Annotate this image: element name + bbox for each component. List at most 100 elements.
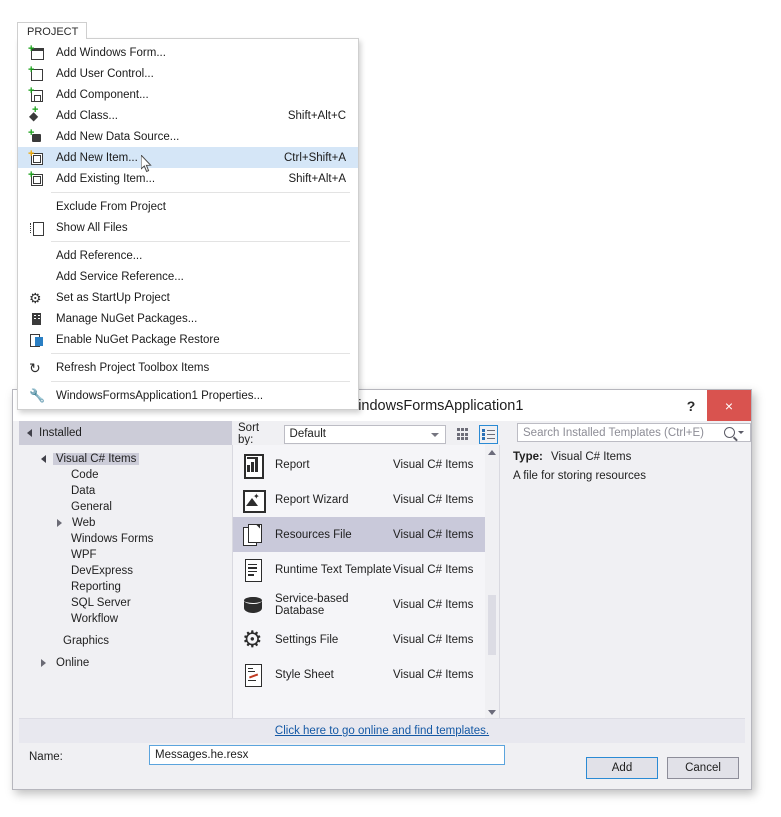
template-list-item[interactable]: Service-based Database Visual C# Items xyxy=(233,587,485,622)
tree-item[interactable]: Online xyxy=(19,655,232,671)
menu-item-label: Add Service Reference... xyxy=(56,270,184,283)
installed-header[interactable]: Installed xyxy=(19,421,232,445)
menu-item[interactable]: 🔧 WindowsFormsApplication1 Properties... xyxy=(18,385,358,406)
dialog-body: Installed Sort by: Default Search Instal… xyxy=(19,421,751,783)
wrench-icon: 🔧 xyxy=(29,387,46,403)
template-name: Service-based Database xyxy=(275,592,349,617)
menu-item-label: Refresh Project Toolbox Items xyxy=(56,361,210,374)
template-list-item[interactable]: Runtime Text Template Visual C# Items xyxy=(233,552,485,587)
tree-item-label: Visual C# Items xyxy=(53,453,140,465)
search-input[interactable]: Search Installed Templates (Ctrl+E) xyxy=(517,423,751,442)
template-list-item[interactable]: ✦ Report Wizard Visual C# Items xyxy=(233,482,485,517)
scroll-down-button[interactable] xyxy=(485,705,499,719)
menu-item[interactable]: ⚙ Set as StartUp Project xyxy=(18,287,358,308)
sort-by-label: Sort by: xyxy=(238,422,260,446)
tree-item[interactable]: Graphics xyxy=(19,633,232,649)
chevron-down-icon[interactable] xyxy=(41,455,46,463)
menu-item[interactable]: ↻ Refresh Project Toolbox Items xyxy=(18,357,358,378)
template-list-item[interactable]: Resources File Visual C# Items xyxy=(233,517,485,552)
menu-item[interactable]: Add User Control... xyxy=(18,63,358,84)
add-user-control-icon xyxy=(28,66,48,82)
tree-item[interactable]: Workflow xyxy=(19,611,232,627)
tree-item[interactable]: WPF xyxy=(19,547,232,563)
menu-item-label: Add New Data Source... xyxy=(56,130,180,143)
menu-item[interactable]: Manage NuGet Packages... xyxy=(18,308,358,329)
large-icons-view-button[interactable] xyxy=(453,425,472,444)
title-bar-buttons: ? × xyxy=(675,390,751,421)
add-button[interactable]: Add xyxy=(586,757,658,779)
tree-item[interactable]: Reporting xyxy=(19,579,232,595)
online-templates-link[interactable]: Click here to go online and find templat… xyxy=(275,725,489,737)
cancel-button[interactable]: Cancel xyxy=(667,757,739,779)
template-description: A file for storing resources xyxy=(513,470,646,482)
tree-item[interactable]: Visual C# Items xyxy=(19,451,232,467)
tree-item-label: Web xyxy=(72,517,96,529)
template-list-item[interactable]: Report Visual C# Items xyxy=(233,447,485,482)
menu-item-icon-empty xyxy=(28,199,48,215)
menu-item[interactable]: Enable NuGet Package Restore xyxy=(18,329,358,350)
chevron-down-icon xyxy=(738,431,744,434)
tree-item[interactable]: General xyxy=(19,499,232,515)
menu-item-label: Add Component... xyxy=(56,88,149,101)
add-new-item-dialog: Add New Item - WindowsFormsApplication1 … xyxy=(12,389,752,790)
menu-item[interactable]: Add Windows Form... xyxy=(18,42,358,63)
template-list-pane: Report Visual C# Items ✦ Report Wizard Visua… xyxy=(233,445,500,719)
sort-by-value: Default xyxy=(289,428,326,440)
resources-file-icon xyxy=(241,523,265,547)
template-list-item[interactable]: ⚙ Settings File Visual C# Items xyxy=(233,622,485,657)
menu-item[interactable]: Add Service Reference... xyxy=(18,266,358,287)
scroll-up-button[interactable] xyxy=(485,445,499,459)
chevron-right-icon[interactable] xyxy=(41,659,46,667)
chevron-right-icon[interactable] xyxy=(57,519,62,527)
menu-item[interactable]: Add Existing Item... Shift+Alt+A xyxy=(18,168,358,189)
template-name: Runtime Text Template xyxy=(275,563,392,576)
name-input[interactable]: Messages.he.resx xyxy=(149,745,505,765)
list-view-button[interactable] xyxy=(479,424,498,444)
template-category: Visual C# Items xyxy=(393,528,474,541)
template-type-line: Type: Visual C# Items xyxy=(513,451,745,463)
dialog-toolbar: Installed Sort by: Default Search Instal… xyxy=(19,421,751,447)
scrollbar-thumb[interactable] xyxy=(488,595,496,655)
online-templates-bar: Click here to go online and find templat… xyxy=(19,718,745,743)
menu-separator xyxy=(51,241,350,242)
close-button[interactable]: × xyxy=(707,390,751,421)
type-value: Visual C# Items xyxy=(551,451,632,463)
tree-item-label: WPF xyxy=(71,549,97,561)
menu-item[interactable]: Exclude From Project xyxy=(18,196,358,217)
tree-item[interactable]: DevExpress xyxy=(19,563,232,579)
project-menu-tab[interactable]: PROJECT xyxy=(17,22,87,39)
menu-item[interactable]: Add Component... xyxy=(18,84,358,105)
template-list-scrollbar[interactable] xyxy=(485,445,499,719)
tree-item-label: General xyxy=(71,501,112,513)
template-name: Report Wizard xyxy=(275,493,349,506)
sort-by-select[interactable]: Default xyxy=(283,424,447,444)
report-wizard-icon: ✦ xyxy=(241,488,266,513)
tree-item-label: Reporting xyxy=(71,581,121,593)
tree-item[interactable]: Windows Forms xyxy=(19,531,232,547)
template-list-item[interactable]: Style Sheet Visual C# Items xyxy=(233,657,485,692)
menu-separator xyxy=(51,192,350,193)
project-menu-panel: Add Windows Form... Add User Control... Ad… xyxy=(17,38,359,410)
menu-item[interactable]: ◆ Add Class... Shift+Alt+C xyxy=(18,105,358,126)
chevron-down-icon xyxy=(431,432,440,437)
report-icon xyxy=(241,453,265,479)
tree-item[interactable]: SQL Server xyxy=(19,595,232,611)
tree-item[interactable]: Web xyxy=(19,515,232,531)
menu-item-label: Set as StartUp Project xyxy=(56,291,170,304)
template-category: Visual C# Items xyxy=(393,493,474,506)
help-button[interactable]: ? xyxy=(675,390,707,421)
menu-item[interactable]: Add Reference... xyxy=(18,245,358,266)
menu-item-label: Add Windows Form... xyxy=(56,46,166,59)
template-category: Visual C# Items xyxy=(393,598,474,611)
menu-item[interactable]: Add New Item... Ctrl+Shift+A xyxy=(18,147,358,168)
tree-item[interactable]: Data xyxy=(19,483,232,499)
menu-item[interactable]: Show All Files xyxy=(18,217,358,238)
template-category: Visual C# Items xyxy=(393,633,474,646)
menu-item-label: Enable NuGet Package Restore xyxy=(56,333,220,346)
tree-item[interactable]: Code xyxy=(19,467,232,483)
menu-item[interactable]: Add New Data Source... xyxy=(18,126,358,147)
chevron-down-icon xyxy=(27,429,32,437)
add-existing-item-icon xyxy=(28,171,48,187)
search-icon xyxy=(724,427,735,438)
template-name: Settings File xyxy=(275,633,339,646)
